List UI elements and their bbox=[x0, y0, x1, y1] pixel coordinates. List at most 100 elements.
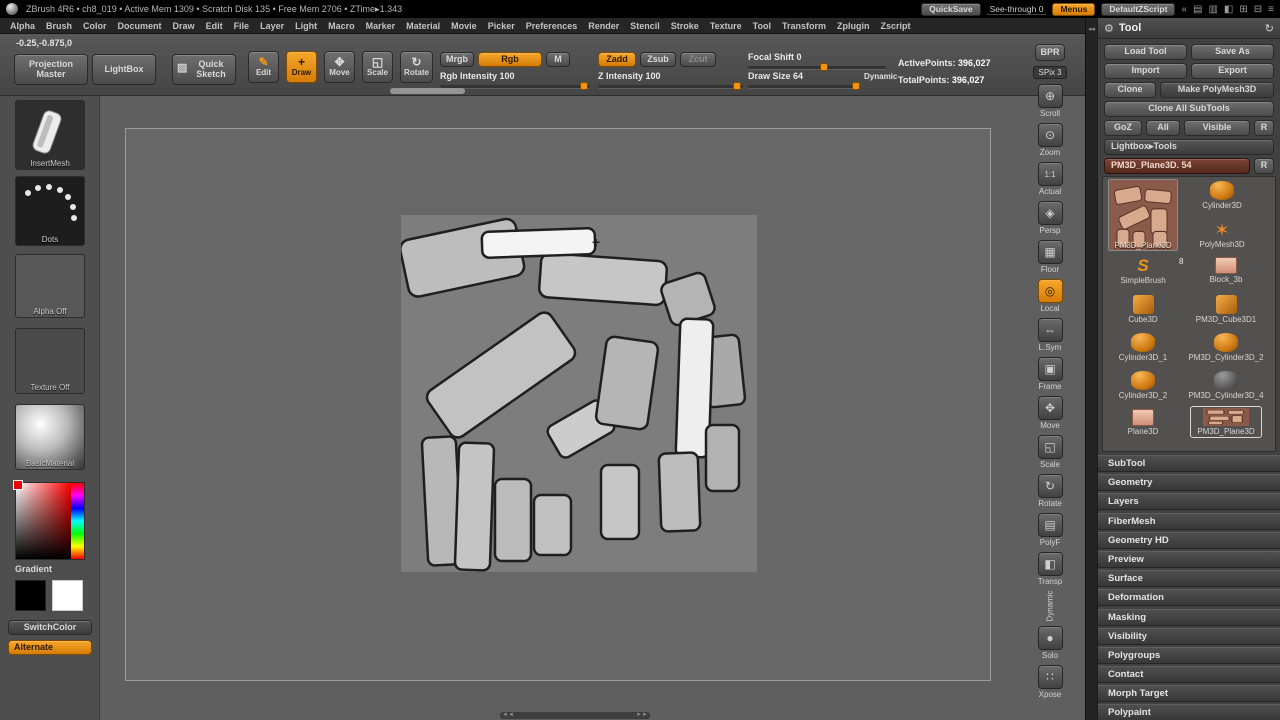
section-geometry[interactable]: Geometry bbox=[1098, 474, 1280, 491]
make-polymesh3d-button[interactable]: Make PolyMesh3D bbox=[1160, 82, 1274, 98]
see-through-slider[interactable]: See-through 0 bbox=[987, 4, 1047, 15]
menu-tool[interactable]: Tool bbox=[753, 21, 771, 31]
rotate-button[interactable]: ↻ Rotate bbox=[400, 51, 433, 83]
panel-columns-icon[interactable]: ▥ bbox=[1208, 3, 1217, 16]
current-material-thumbnail[interactable]: BasicMaterial bbox=[15, 404, 85, 470]
goz-all-button[interactable]: All bbox=[1146, 120, 1180, 136]
export-button[interactable]: Export bbox=[1191, 63, 1274, 79]
menu-render[interactable]: Render bbox=[588, 21, 619, 31]
grid-view-icon[interactable]: ⊞ bbox=[1239, 3, 1247, 16]
clone-all-subtools-button[interactable]: Clone All SubTools bbox=[1104, 101, 1274, 117]
menu-material[interactable]: Material bbox=[406, 21, 440, 31]
current-texture-thumbnail[interactable]: Texture Off bbox=[15, 328, 85, 394]
menu-color[interactable]: Color bbox=[83, 21, 107, 31]
strip-item-polyf[interactable]: ▤PolyF bbox=[1038, 513, 1063, 547]
scroll-left-icon[interactable]: ◄◄ bbox=[502, 712, 514, 719]
section-contact[interactable]: Contact bbox=[1098, 666, 1280, 683]
section-deformation[interactable]: Deformation bbox=[1098, 589, 1280, 606]
menu-zscript[interactable]: Zscript bbox=[881, 21, 911, 31]
menu-brush[interactable]: Brush bbox=[46, 21, 72, 31]
strip-item-frame[interactable]: ▣Frame bbox=[1038, 357, 1063, 391]
zcut-button[interactable]: Zcut bbox=[680, 52, 716, 67]
m-button[interactable]: M bbox=[546, 52, 570, 67]
menu-file[interactable]: File bbox=[234, 21, 250, 31]
default-zscript-button[interactable]: DefaultZScript bbox=[1101, 3, 1175, 16]
secondary-color-swatch[interactable] bbox=[52, 580, 83, 611]
menu-alpha[interactable]: Alpha bbox=[10, 21, 35, 31]
tool-cell-pm3d-cube3d1[interactable]: PM3D_Cube3D1 bbox=[1191, 295, 1261, 324]
menus-button[interactable]: Menus bbox=[1052, 3, 1095, 16]
slider-track[interactable] bbox=[748, 85, 860, 88]
strip-item-xpose[interactable]: ∷Xpose bbox=[1038, 665, 1063, 699]
menu-texture[interactable]: Texture bbox=[710, 21, 742, 31]
mrgb-button[interactable]: Mrgb bbox=[440, 52, 474, 67]
strip-item-rotate[interactable]: ↻Rotate bbox=[1038, 474, 1063, 508]
strip-item-dynamic[interactable]: Dynamic bbox=[1034, 591, 1065, 621]
minimize-interface-icon[interactable]: ⊟ bbox=[1254, 3, 1262, 16]
strip-item-local[interactable]: ◎Local bbox=[1038, 279, 1063, 313]
divider-toggle-icon[interactable]: « bbox=[1181, 3, 1187, 16]
strip-item-lsym[interactable]: ⇔L.Sym bbox=[1038, 318, 1063, 352]
strip-item-scroll[interactable]: ⊕Scroll bbox=[1038, 84, 1063, 118]
current-stroke-thumbnail[interactable]: Dots bbox=[15, 176, 85, 246]
shelf-scrollbar[interactable] bbox=[390, 88, 465, 94]
current-alpha-thumbnail[interactable]: Alpha Off bbox=[15, 254, 85, 318]
switchcolor-button[interactable]: SwitchColor bbox=[8, 620, 92, 635]
projection-master-button[interactable]: Projection Master bbox=[14, 54, 88, 85]
menu-transform[interactable]: Transform bbox=[782, 21, 826, 31]
scroll-right-icon[interactable]: ►► bbox=[636, 712, 648, 719]
draw-button[interactable]: + Draw bbox=[286, 51, 317, 83]
selected-tool-thumbnail[interactable]: PM3D_Plane3D bbox=[1108, 179, 1178, 251]
strip-item-solo[interactable]: ●Solo bbox=[1038, 626, 1063, 660]
strip-item-actual[interactable]: 1:1Actual bbox=[1038, 162, 1063, 196]
collapse-panel-icon[interactable]: ◂◂ bbox=[1088, 26, 1095, 33]
panel-divider[interactable]: ◂◂ bbox=[1085, 18, 1097, 720]
section-geometry-hd[interactable]: Geometry HD bbox=[1098, 532, 1280, 549]
help-icon[interactable]: ≡ bbox=[1268, 3, 1274, 16]
spix-slider[interactable]: SPix3 bbox=[1033, 66, 1067, 79]
palette-cycle-icon[interactable]: ↻ bbox=[1265, 22, 1274, 35]
goz-visible-button[interactable]: Visible bbox=[1184, 120, 1250, 136]
goz-r-button[interactable]: R bbox=[1254, 120, 1274, 136]
bpr-button[interactable]: BPR bbox=[1035, 44, 1065, 61]
section-polygroups[interactable]: Polygroups bbox=[1098, 647, 1280, 664]
strip-item-move[interactable]: ✥Move bbox=[1038, 396, 1063, 430]
import-button[interactable]: Import bbox=[1104, 63, 1187, 79]
section-polypaint[interactable]: Polypaint bbox=[1098, 704, 1280, 720]
move-button[interactable]: ✥ Move bbox=[324, 51, 355, 83]
main-color-swatch[interactable] bbox=[15, 580, 46, 611]
draw-size-slider[interactable]: Draw Size 64 bbox=[748, 71, 860, 88]
section-fibermesh[interactable]: FiberMesh bbox=[1098, 513, 1280, 530]
tool-cell-cylinder3d-2[interactable]: Cylinder3D_2 bbox=[1108, 371, 1178, 400]
gradient-label[interactable]: Gradient bbox=[15, 564, 52, 574]
section-preview[interactable]: Preview bbox=[1098, 551, 1280, 568]
quicksave-button[interactable]: QuickSave bbox=[921, 3, 980, 16]
z-intensity-slider[interactable]: Z Intensity 100 bbox=[598, 71, 743, 88]
scale-button[interactable]: ◱ Scale bbox=[362, 51, 393, 83]
split-view-icon[interactable]: ◧ bbox=[1224, 3, 1233, 16]
menu-zplugin[interactable]: Zplugin bbox=[837, 21, 870, 31]
zsub-button[interactable]: Zsub bbox=[640, 52, 676, 67]
rgb-intensity-slider[interactable]: Rgb Intensity 100 bbox=[440, 71, 590, 88]
strip-item-zoom[interactable]: ⊙Zoom bbox=[1038, 123, 1063, 157]
tool-cell-cylinder3d[interactable]: Cylinder3D bbox=[1187, 181, 1257, 210]
lightbox-button[interactable]: LightBox bbox=[92, 54, 156, 85]
menu-layer[interactable]: Layer bbox=[260, 21, 284, 31]
slider-knob[interactable] bbox=[852, 82, 860, 90]
lightbox-tools-button[interactable]: Lightbox▸Tools bbox=[1104, 139, 1274, 155]
panel-layout-icon[interactable]: ▤ bbox=[1193, 3, 1202, 16]
slider-track[interactable] bbox=[598, 85, 743, 88]
tool-cell-pm3d-cylinder3d-4[interactable]: PM3D_Cylinder3D_4 bbox=[1191, 371, 1261, 400]
hue-strip[interactable] bbox=[71, 483, 84, 559]
tool-cell-cube3d[interactable]: Cube3D bbox=[1108, 295, 1178, 324]
strip-item-floor[interactable]: ▦Floor bbox=[1038, 240, 1063, 274]
section-layers[interactable]: Layers bbox=[1098, 493, 1280, 510]
section-visibility[interactable]: Visibility bbox=[1098, 628, 1280, 645]
canvas-area[interactable]: + ◄◄ ►► bbox=[100, 96, 1085, 720]
menu-draw[interactable]: Draw bbox=[173, 21, 195, 31]
canvas-horizontal-scrollbar[interactable]: ◄◄ ►► bbox=[500, 712, 650, 719]
strip-item-scale[interactable]: ◱Scale bbox=[1038, 435, 1063, 469]
quick-sketch-button[interactable]: ▨ Quick Sketch bbox=[172, 54, 236, 85]
slider-knob[interactable] bbox=[820, 63, 828, 71]
zadd-button[interactable]: Zadd bbox=[598, 52, 636, 67]
